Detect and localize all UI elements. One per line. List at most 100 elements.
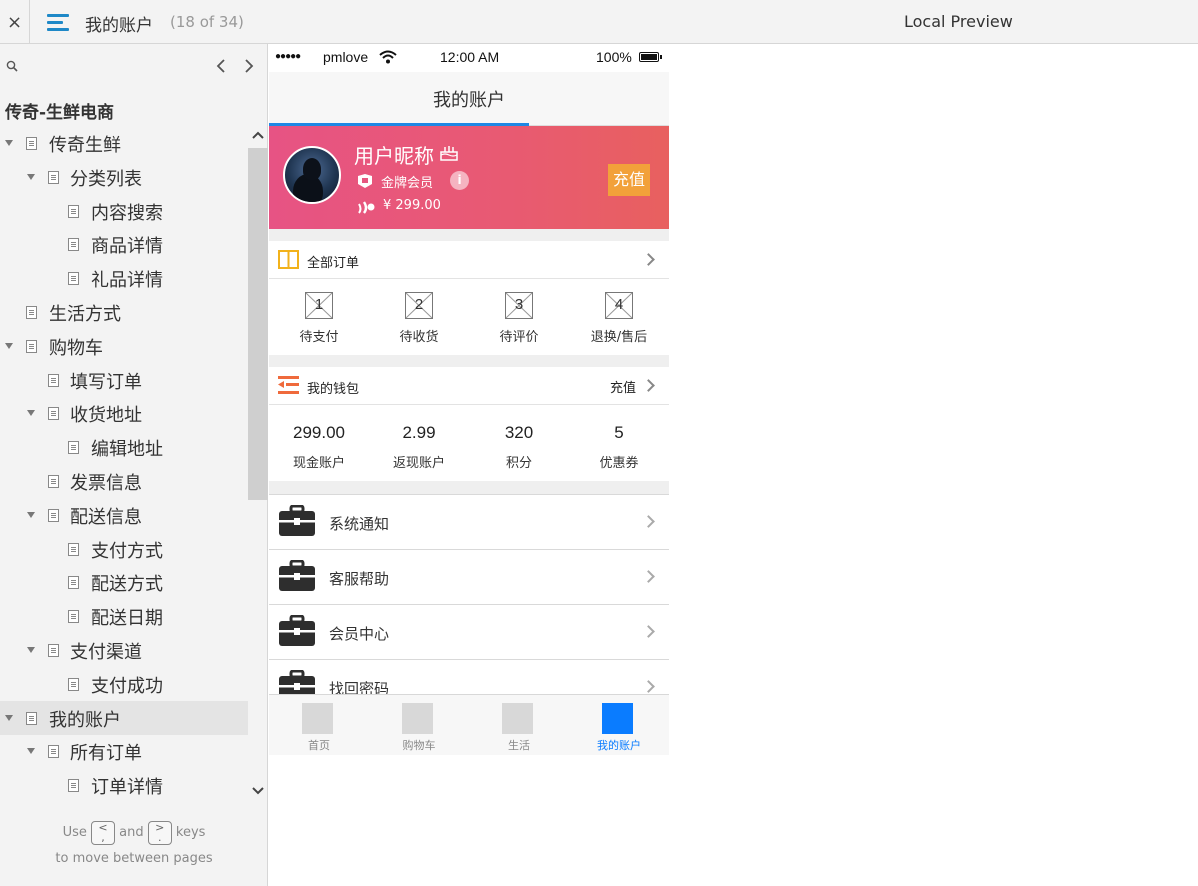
scroll-up-icon[interactable]: [252, 130, 264, 140]
close-button[interactable]: ×: [0, 0, 30, 44]
sitemap-toggle-icon[interactable]: [47, 12, 69, 32]
caret-down-icon[interactable]: [5, 714, 13, 721]
caret-down-icon[interactable]: [27, 647, 35, 653]
menu-row-label: 系统通知: [329, 515, 390, 533]
page-icon: [68, 272, 79, 286]
all-orders-row[interactable]: 全部订单: [269, 241, 669, 279]
caret-down-icon[interactable]: [5, 342, 13, 349]
order-status-item[interactable]: 3 待评价: [469, 280, 569, 355]
caret-down-icon[interactable]: [5, 140, 13, 146]
page-icon: [48, 407, 59, 421]
caret-down-icon[interactable]: [27, 748, 35, 755]
hint-text-and: and: [119, 825, 144, 840]
account-balance: ¥ 299.00: [383, 198, 441, 213]
tab-icon: [502, 703, 533, 734]
avatar[interactable]: [283, 146, 341, 204]
sidebar-item[interactable]: 所有订单: [0, 734, 248, 768]
wallet-item[interactable]: 320 积分: [469, 406, 569, 481]
order-status-item[interactable]: 2 待收货: [369, 280, 469, 355]
wallet-item[interactable]: 299.00 现金账户: [269, 406, 369, 481]
sidebar-item[interactable]: 生活方式: [0, 295, 248, 329]
carrier-name: pmlove: [323, 49, 369, 65]
wallet-row[interactable]: 我的钱包 充值: [269, 367, 669, 405]
placeholder-image-icon: 3: [505, 292, 533, 319]
hint-text-use: Use: [62, 825, 87, 840]
page-icon: [48, 644, 59, 657]
sidebar-item[interactable]: 订单详情: [0, 768, 248, 802]
sidebar-item[interactable]: 配送方式: [0, 565, 248, 599]
sidebar-item[interactable]: 礼品详情: [0, 261, 248, 295]
order-status-item[interactable]: 1 待支付: [269, 280, 369, 355]
sidebar-item[interactable]: 购物车: [0, 329, 248, 363]
scroll-down-icon[interactable]: [252, 786, 264, 796]
sidebar-item[interactable]: 编辑地址: [0, 430, 248, 464]
signal-icon: ●●●●●: [275, 51, 301, 62]
section-gap: [269, 229, 669, 241]
sidebar-item-label: 内容搜索: [91, 202, 163, 224]
wallet-item[interactable]: 5 优惠券: [569, 406, 669, 481]
sidebar-item[interactable]: 收货地址: [0, 396, 248, 430]
order-status-grid: 1 待支付 2 待收货 3 待评价 4 退换/售后: [269, 280, 669, 355]
tab-label: 首页: [308, 739, 330, 752]
page-icon: [48, 745, 59, 759]
top-bar: × 我的账户 (18 of 34) Local Preview: [0, 0, 1198, 44]
next-page-icon[interactable]: [241, 56, 257, 76]
chevron-right-icon: [642, 515, 655, 528]
sidebar-item[interactable]: 支付方式: [0, 532, 248, 566]
tab-item[interactable]: 购物车: [369, 695, 469, 755]
section-gap: [269, 355, 669, 367]
tab-label: 生活: [508, 739, 530, 752]
sidebar-item[interactable]: 分类列表: [0, 160, 248, 194]
previous-page-icon[interactable]: [213, 56, 229, 76]
caret-down-icon[interactable]: [27, 410, 35, 417]
page-icon: [26, 711, 37, 725]
orders-book-icon: [278, 250, 299, 269]
sidebar-scrollbar[interactable]: [248, 126, 268, 802]
menu-row[interactable]: 会员中心: [269, 604, 669, 659]
briefcase-icon: [279, 505, 315, 536]
sidebar-item-label: 购物车: [49, 337, 103, 359]
sidebar-item[interactable]: 配送日期: [0, 599, 248, 633]
hint-text-line2: to move between pages: [55, 851, 213, 866]
sidebar-item-label: 编辑地址: [91, 439, 163, 461]
menu-row[interactable]: 系统通知: [269, 494, 669, 549]
sidebar-item[interactable]: 支付渠道: [0, 633, 248, 667]
page-icon: [68, 441, 79, 455]
tab-item[interactable]: 首页: [269, 695, 369, 755]
sidebar-item[interactable]: 商品详情: [0, 227, 248, 261]
sidebar-item[interactable]: 传奇生鲜: [0, 126, 248, 160]
next-key-icon: >.: [147, 820, 172, 845]
tab-item[interactable]: 我的账户: [569, 695, 669, 755]
sidebar-item[interactable]: 我的账户: [0, 700, 248, 735]
birthday-cake-icon: [440, 146, 458, 161]
caret-down-icon[interactable]: [27, 511, 35, 518]
recharge-button[interactable]: 充值: [608, 164, 650, 196]
info-icon[interactable]: i: [450, 171, 469, 190]
sidebar-item-label: 配送方式: [91, 574, 163, 596]
sidebar-item[interactable]: 发票信息: [0, 464, 248, 498]
search-icon[interactable]: [6, 60, 18, 72]
page-icon: [26, 306, 37, 319]
tab-item[interactable]: 生活: [469, 695, 569, 755]
page-icon: [68, 576, 79, 590]
page-icon: [68, 677, 79, 691]
wallet-recharge-link[interactable]: 充值: [610, 377, 636, 396]
page-icon: [68, 542, 79, 556]
member-level: 金牌会员: [381, 176, 434, 191]
order-status-item[interactable]: 4 退换/售后: [569, 280, 669, 355]
scrollbar-thumb[interactable]: [248, 148, 268, 500]
menu-row[interactable]: 客服帮助: [269, 549, 669, 604]
wallet-item[interactable]: 2.99 返现账户: [369, 406, 469, 481]
sidebar-item[interactable]: 内容搜索: [0, 194, 248, 228]
sidebar-item[interactable]: 支付成功: [0, 667, 248, 701]
sidebar-item[interactable]: 填写订单: [0, 363, 248, 397]
briefcase-icon: [279, 615, 315, 646]
battery-icon: [639, 52, 662, 62]
wallet-value: 299.00: [293, 423, 345, 442]
member-badge-icon: [358, 174, 372, 188]
tab-icon: [602, 703, 633, 734]
status-bar: ●●●●● pmlove 12:00 AM 100%: [269, 44, 669, 72]
sidebar-item-label: 所有订单: [70, 743, 142, 765]
caret-down-icon[interactable]: [27, 173, 35, 180]
sidebar-item[interactable]: 配送信息: [0, 498, 248, 532]
